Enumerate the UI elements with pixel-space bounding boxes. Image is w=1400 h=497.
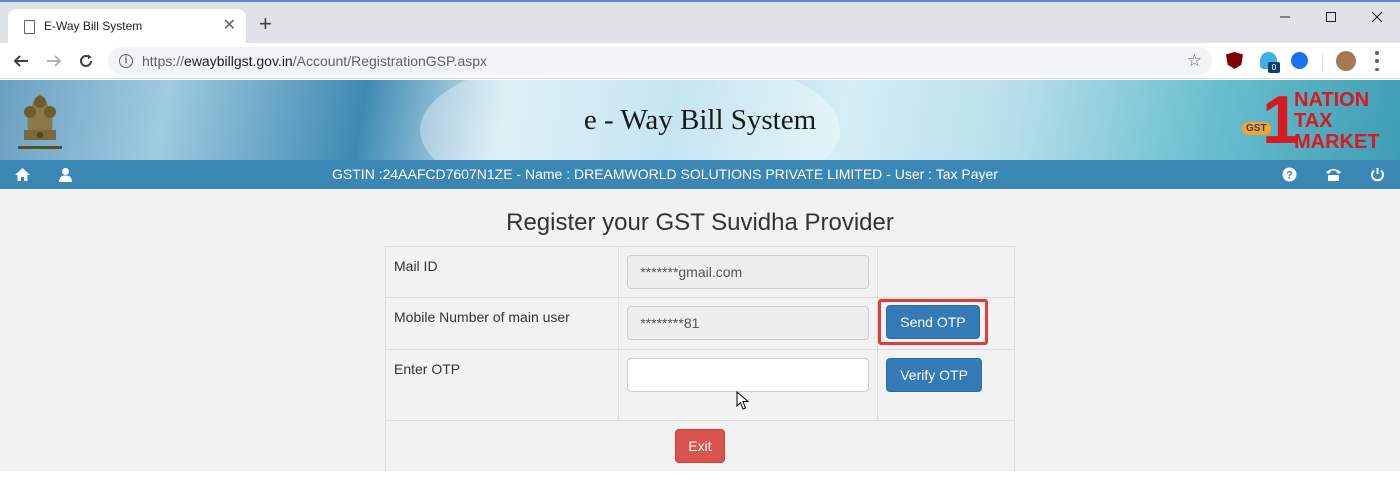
help-icon[interactable]: ?: [1281, 166, 1298, 183]
url-path: /Account/RegistrationGSP.aspx: [292, 53, 488, 69]
form-row-exit: Exit: [385, 420, 1015, 473]
url-text[interactable]: https://ewaybillgst.gov.in/Account/Regis…: [142, 53, 487, 69]
form-row-mobile: Mobile Number of main user Send OTP: [384, 297, 1015, 350]
url-scheme: https://: [142, 53, 185, 69]
main-content: Register your GST Suvidha Provider Mail …: [0, 189, 1400, 473]
brand-logo: 1 GST NATION TAX MARKET: [1236, 86, 1396, 156]
svg-text:?: ?: [1286, 170, 1293, 182]
page-bottom: [0, 471, 1400, 497]
site-title: e - Way Bill System: [583, 104, 817, 136]
mobile-number-field: [627, 306, 870, 340]
minimize-icon: [1280, 16, 1290, 18]
extension-icon[interactable]: [1291, 52, 1308, 69]
reload-button[interactable]: [76, 51, 96, 71]
enter-otp-label: Enter OTP: [384, 349, 620, 421]
url-host: ewaybillgst.gov.in: [184, 53, 293, 69]
user-info: GSTIN :24AAFCD7607N1ZE - Name : DREAMWOR…: [332, 166, 998, 182]
close-icon: [1371, 11, 1383, 23]
mail-id-label: Mail ID: [384, 246, 620, 298]
extension-badge: 0: [1268, 62, 1280, 73]
site-info-icon[interactable]: i: [119, 54, 133, 68]
profile-avatar[interactable]: [1336, 51, 1356, 71]
verify-otp-button[interactable]: Verify OTP: [886, 358, 982, 392]
send-otp-button[interactable]: Send OTP: [886, 305, 980, 339]
site-nav-bar: GSTIN :24AAFCD7607N1ZE - Name : DREAMWOR…: [0, 160, 1400, 189]
forward-button[interactable]: [44, 51, 64, 71]
site-banner: e - Way Bill System 1 GST NATION TAX MAR…: [0, 80, 1400, 160]
reload-icon: [80, 54, 92, 67]
maximize-icon: [1326, 12, 1336, 22]
brand-text: NATION TAX MARKET: [1294, 90, 1380, 153]
power-icon[interactable]: [1369, 166, 1386, 183]
phone-icon[interactable]: [1325, 166, 1342, 183]
browser-menu-icon[interactable]: [1374, 51, 1380, 71]
tab-close-icon[interactable]: ✕: [223, 16, 236, 36]
brand-line-3: MARKET: [1294, 131, 1380, 153]
bookmark-star-icon[interactable]: ☆: [1187, 51, 1202, 71]
page-title: Register your GST Suvidha Provider: [506, 209, 894, 236]
mobile-number-label: Mobile Number of main user: [384, 297, 620, 350]
brand-line-1: NATION: [1294, 89, 1370, 111]
mouse-cursor-icon: [736, 391, 750, 410]
arrow-left-icon: [13, 55, 28, 67]
ublock-extension-icon[interactable]: [1226, 52, 1243, 69]
tab-title: E-Way Bill System: [44, 19, 143, 33]
brand-gst: GST: [1242, 122, 1271, 135]
form-row-otp: Enter OTP Verify OTP: [384, 349, 1015, 421]
browser-tab[interactable]: E-Way Bill System ✕: [8, 9, 246, 45]
maximize-window-button[interactable]: [1308, 7, 1354, 27]
toolbar-divider: [1322, 53, 1323, 71]
brand-line-2: TAX: [1294, 110, 1333, 132]
exit-button[interactable]: Exit: [675, 429, 725, 463]
browser-toolbar: i https://ewaybillgst.gov.in/Account/Reg…: [0, 43, 1400, 79]
gsp-registration-form: Mail ID Mobile Number of main user Send …: [384, 246, 1015, 473]
otp-input[interactable]: [627, 358, 870, 392]
form-row-mail: Mail ID: [384, 246, 1015, 298]
send-otp-highlight: Send OTP: [878, 299, 988, 345]
address-bar[interactable]: i https://ewaybillgst.gov.in/Account/Reg…: [108, 47, 1212, 75]
page-icon: [24, 20, 35, 34]
close-window-button[interactable]: [1354, 7, 1400, 27]
browser-titlebar: E-Way Bill System ✕ +: [0, 0, 1400, 45]
mail-id-field: [627, 255, 870, 289]
arrow-right-icon: [47, 55, 62, 67]
minimize-window-button[interactable]: [1262, 7, 1308, 27]
new-tab-button[interactable]: +: [259, 13, 272, 35]
back-button[interactable]: [11, 51, 31, 71]
